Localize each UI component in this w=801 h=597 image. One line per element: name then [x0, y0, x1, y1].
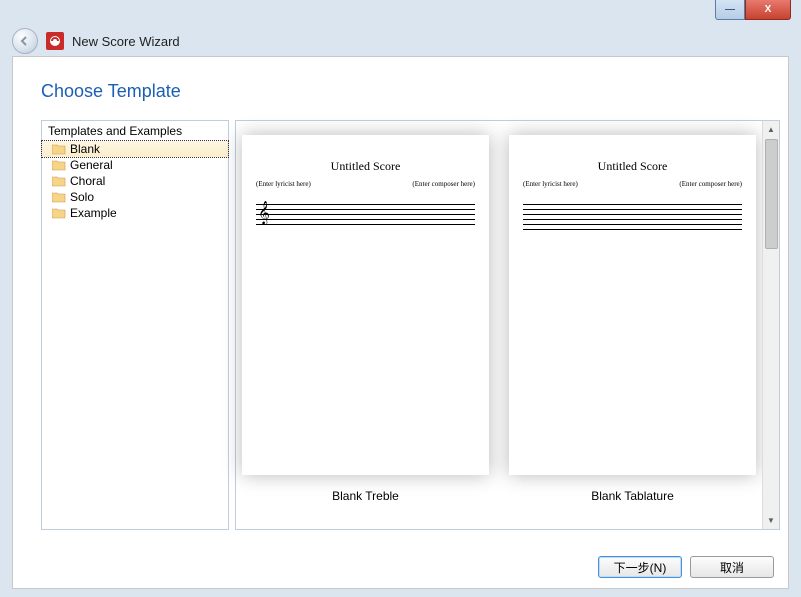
scroll-thumb[interactable] — [765, 139, 778, 249]
score-page-preview: Untitled Score (Enter lyricist here) (Ente… — [509, 135, 756, 475]
tree-item-label: Blank — [70, 142, 100, 156]
scroll-up-button[interactable]: ▲ — [764, 121, 779, 138]
staff — [523, 204, 742, 228]
lyricist-placeholder: (Enter lyricist here) — [256, 180, 311, 188]
tree-item-label: General — [70, 158, 113, 172]
lyricist-placeholder: (Enter lyricist here) — [523, 180, 578, 188]
window-controls: — X — [715, 0, 791, 20]
scroll-down-button[interactable]: ▼ — [764, 512, 779, 529]
preview-scrollbar[interactable]: ▲ ▼ — [762, 121, 779, 529]
page-heading: Choose Template — [13, 57, 788, 120]
template-name: Blank Tablature — [591, 489, 674, 503]
score-title: Untitled Score — [523, 159, 742, 174]
folder-icon — [52, 160, 66, 171]
staff: 𝄞 — [256, 204, 475, 228]
wizard-header: New Score Wizard — [12, 28, 180, 54]
template-tree: Templates and Examples Blank General Chora… — [41, 120, 229, 530]
score-page-preview: Untitled Score (Enter lyricist here) (Ente… — [242, 135, 489, 475]
tree-item-example[interactable]: Example — [42, 205, 228, 221]
folder-icon — [52, 176, 66, 187]
score-title: Untitled Score — [256, 159, 475, 174]
folder-icon — [52, 192, 66, 203]
treble-clef-icon: 𝄞 — [258, 202, 270, 225]
back-button[interactable] — [12, 28, 38, 54]
next-button[interactable]: 下一步(N) — [598, 556, 682, 578]
tree-item-general[interactable]: General — [42, 157, 228, 173]
folder-icon — [52, 144, 66, 155]
content-area: Templates and Examples Blank General Chora… — [13, 120, 788, 530]
folder-icon — [52, 208, 66, 219]
tree-item-label: Example — [70, 206, 117, 220]
arrow-left-icon — [19, 35, 31, 47]
cancel-button[interactable]: 取消 — [690, 556, 774, 578]
close-button[interactable]: X — [745, 0, 791, 20]
composer-placeholder: (Enter composer here) — [679, 180, 742, 188]
minimize-button[interactable]: — — [715, 0, 745, 20]
wizard-buttons: 下一步(N) 取消 — [598, 556, 774, 578]
template-name: Blank Treble — [332, 489, 399, 503]
composer-placeholder: (Enter composer here) — [412, 180, 475, 188]
tree-item-blank[interactable]: Blank — [42, 141, 228, 157]
tree-item-label: Solo — [70, 190, 94, 204]
tree-header: Templates and Examples — [42, 121, 228, 141]
tree-item-choral[interactable]: Choral — [42, 173, 228, 189]
template-card[interactable]: Untitled Score (Enter lyricist here) (Ente… — [242, 127, 489, 523]
template-preview-panel: Untitled Score (Enter lyricist here) (Ente… — [235, 120, 780, 530]
wizard-title: New Score Wizard — [72, 34, 180, 49]
template-card[interactable]: Untitled Score (Enter lyricist here) (Ente… — [509, 127, 756, 523]
app-icon — [46, 32, 64, 50]
wizard-panel: Choose Template Templates and Examples B… — [12, 56, 789, 589]
tree-item-solo[interactable]: Solo — [42, 189, 228, 205]
tree-item-label: Choral — [70, 174, 105, 188]
